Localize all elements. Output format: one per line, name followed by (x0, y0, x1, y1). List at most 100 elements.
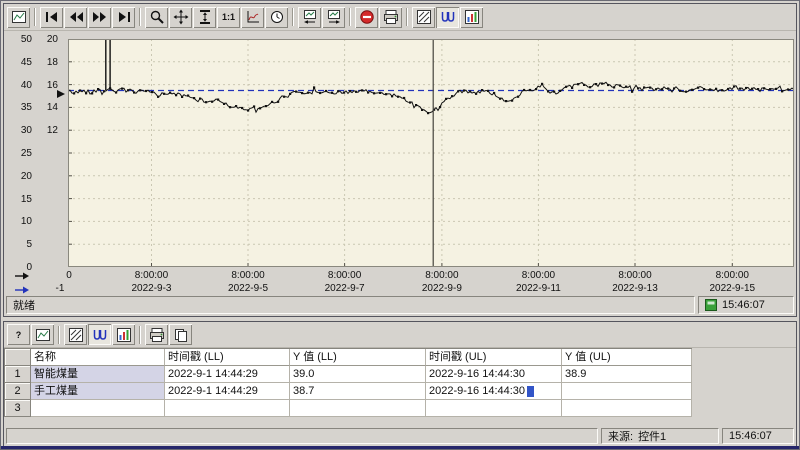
printer-icon (383, 9, 399, 25)
pan-button[interactable] (169, 7, 192, 28)
x-tick-date: 2022-9-9 (400, 282, 484, 294)
x-clipped-date-label: -1 (50, 282, 70, 294)
y-axis-outer-label: 50 (10, 34, 32, 45)
value-table-button[interactable] (460, 7, 483, 28)
trend-plot[interactable] (68, 39, 794, 267)
chart-display-button[interactable] (7, 7, 30, 28)
grid-status-empty-panel (6, 428, 598, 444)
y-axis-inner-label: 18 (36, 57, 58, 68)
print-button[interactable] (379, 7, 402, 28)
y-axis-outer-label: 40 (10, 80, 32, 91)
grid-statusbar: 来源: 控件1 15:46:07 (4, 426, 796, 446)
trend-chart-window: 1:1 50454035302520151050 2018161412 8:00… (3, 3, 797, 317)
source-label: 来源: (608, 428, 633, 444)
copy-button[interactable] (169, 324, 192, 345)
x-tick-time: 8:00:00 (109, 269, 193, 282)
cell-ts-ll[interactable] (165, 400, 290, 417)
chart-statusbar: 就绪 15:46:07 (4, 294, 796, 316)
grid-toolbar: ? (4, 322, 796, 348)
column-header: 名称 (31, 349, 165, 366)
page-back-button[interactable] (64, 7, 87, 28)
chart-toolbar: 1:1 (4, 4, 796, 31)
row-number[interactable]: 3 (5, 400, 31, 417)
cell-y-ul[interactable] (562, 383, 692, 400)
cell-name[interactable]: 手工煤量 (31, 383, 165, 400)
cell-ts-ul[interactable]: 2022-9-16 14:44:30 (426, 383, 562, 400)
y-axis-outer-label: 30 (10, 125, 32, 136)
go-first-button[interactable] (40, 7, 63, 28)
hatch-style-button[interactable] (412, 7, 435, 28)
print-button[interactable] (145, 324, 168, 345)
edit-caret (527, 386, 534, 397)
y-axis-outer-label: 5 (10, 239, 32, 250)
x-tick-time: 8:00:00 (593, 269, 677, 282)
cell-name[interactable]: 智能煤量 (31, 366, 165, 383)
y-axis-outer: 50454035302520151050 (10, 31, 32, 294)
cell-y-ll[interactable]: 39.0 (290, 366, 426, 383)
source-value: 控件1 (638, 428, 666, 444)
pen-data-table: 名称时间戳 (LL)Y 值 (LL)时间戳 (UL)Y 值 (UL)1智能煤量2… (4, 348, 692, 417)
scroll-begin-button[interactable] (298, 7, 321, 28)
go-last-button[interactable] (112, 7, 135, 28)
cell-y-ll[interactable] (290, 400, 426, 417)
value-table-button[interactable] (112, 324, 135, 345)
clock-icon (269, 9, 285, 25)
one-to-one-button[interactable]: 1:1 (217, 7, 240, 28)
dual-curve-button[interactable] (88, 324, 111, 345)
x-tick-time: 8:00:00 (496, 269, 580, 282)
cell-name[interactable] (31, 400, 165, 417)
cell-y-ul[interactable]: 38.9 (562, 366, 692, 383)
pan-cross-icon (173, 9, 189, 25)
x-tick-date: 2022-9-3 (109, 282, 193, 294)
cell-y-ll[interactable]: 38.7 (290, 383, 426, 400)
help-button[interactable]: ? (7, 324, 30, 345)
row-number[interactable]: 2 (5, 383, 31, 400)
fit-vertical-button[interactable] (193, 7, 216, 28)
curves-blue-icon (92, 327, 108, 343)
x-tick-time: 8:00:00 (303, 269, 387, 282)
toolbar-separator (34, 8, 36, 26)
x-axis-tick: 8:00:002022-9-7 (303, 269, 387, 294)
toolbar-separator (292, 8, 294, 26)
current-value-marker-icon (56, 86, 72, 96)
table-row: 2手工煤量2022-9-1 14:44:2938.72022-9-16 14:4… (5, 383, 692, 400)
cell-ts-ll[interactable]: 2022-9-1 14:44:29 (165, 366, 290, 383)
chart-display-button[interactable] (31, 324, 54, 345)
pen1-arrow-icon (14, 268, 30, 278)
table-row: 1智能煤量2022-9-1 14:44:2939.02022-9-16 14:4… (5, 366, 692, 383)
window-frame-edge (1, 446, 799, 449)
one-to-one-button-label: 1:1 (222, 12, 235, 22)
x-tick-date: 2022-9-5 (206, 282, 290, 294)
y-axis-inner-label: 20 (36, 34, 58, 45)
cell-y-ul[interactable] (562, 400, 692, 417)
cell-ts-ul[interactable]: 2022-9-16 14:44:30 (426, 366, 562, 383)
y-axis-outer-label: 15 (10, 194, 32, 205)
x-axis-tick: 8:00:002022-9-5 (206, 269, 290, 294)
hatch-style-button[interactable] (64, 324, 87, 345)
grid-status-source-panel: 来源: 控件1 (601, 428, 719, 444)
x-tick-time: 8:00:00 (690, 269, 774, 282)
pause-updates-button[interactable] (355, 7, 378, 28)
time-range-button[interactable] (265, 7, 288, 28)
cell-ts-ll[interactable]: 2022-9-1 14:44:29 (165, 383, 290, 400)
dual-curve-button[interactable] (436, 7, 459, 28)
y-axis-inner-label: 16 (36, 80, 58, 91)
nav-next-icon (92, 9, 108, 25)
auto-scale-button[interactable] (241, 7, 264, 28)
grid-clock-text: 15:46:07 (729, 430, 772, 442)
table-chart-icon (116, 327, 132, 343)
export-left-icon (302, 9, 318, 25)
column-header: Y 值 (LL) (290, 349, 426, 366)
cell-ts-ul[interactable] (426, 400, 562, 417)
x-axis-tick: 8:00:002022-9-15 (690, 269, 774, 294)
nav-last-icon (116, 9, 132, 25)
help-button-label: ? (16, 330, 22, 340)
zoom-button[interactable] (145, 7, 168, 28)
y-axis-outer-label: 20 (10, 171, 32, 182)
scroll-end-button[interactable] (322, 7, 345, 28)
page-forward-button[interactable] (88, 7, 111, 28)
row-number[interactable]: 1 (5, 366, 31, 383)
y-axis-outer-label: 10 (10, 216, 32, 227)
y-axis-inner-label: 14 (36, 102, 58, 113)
x-axis-tick: 8:00:002022-9-9 (400, 269, 484, 294)
